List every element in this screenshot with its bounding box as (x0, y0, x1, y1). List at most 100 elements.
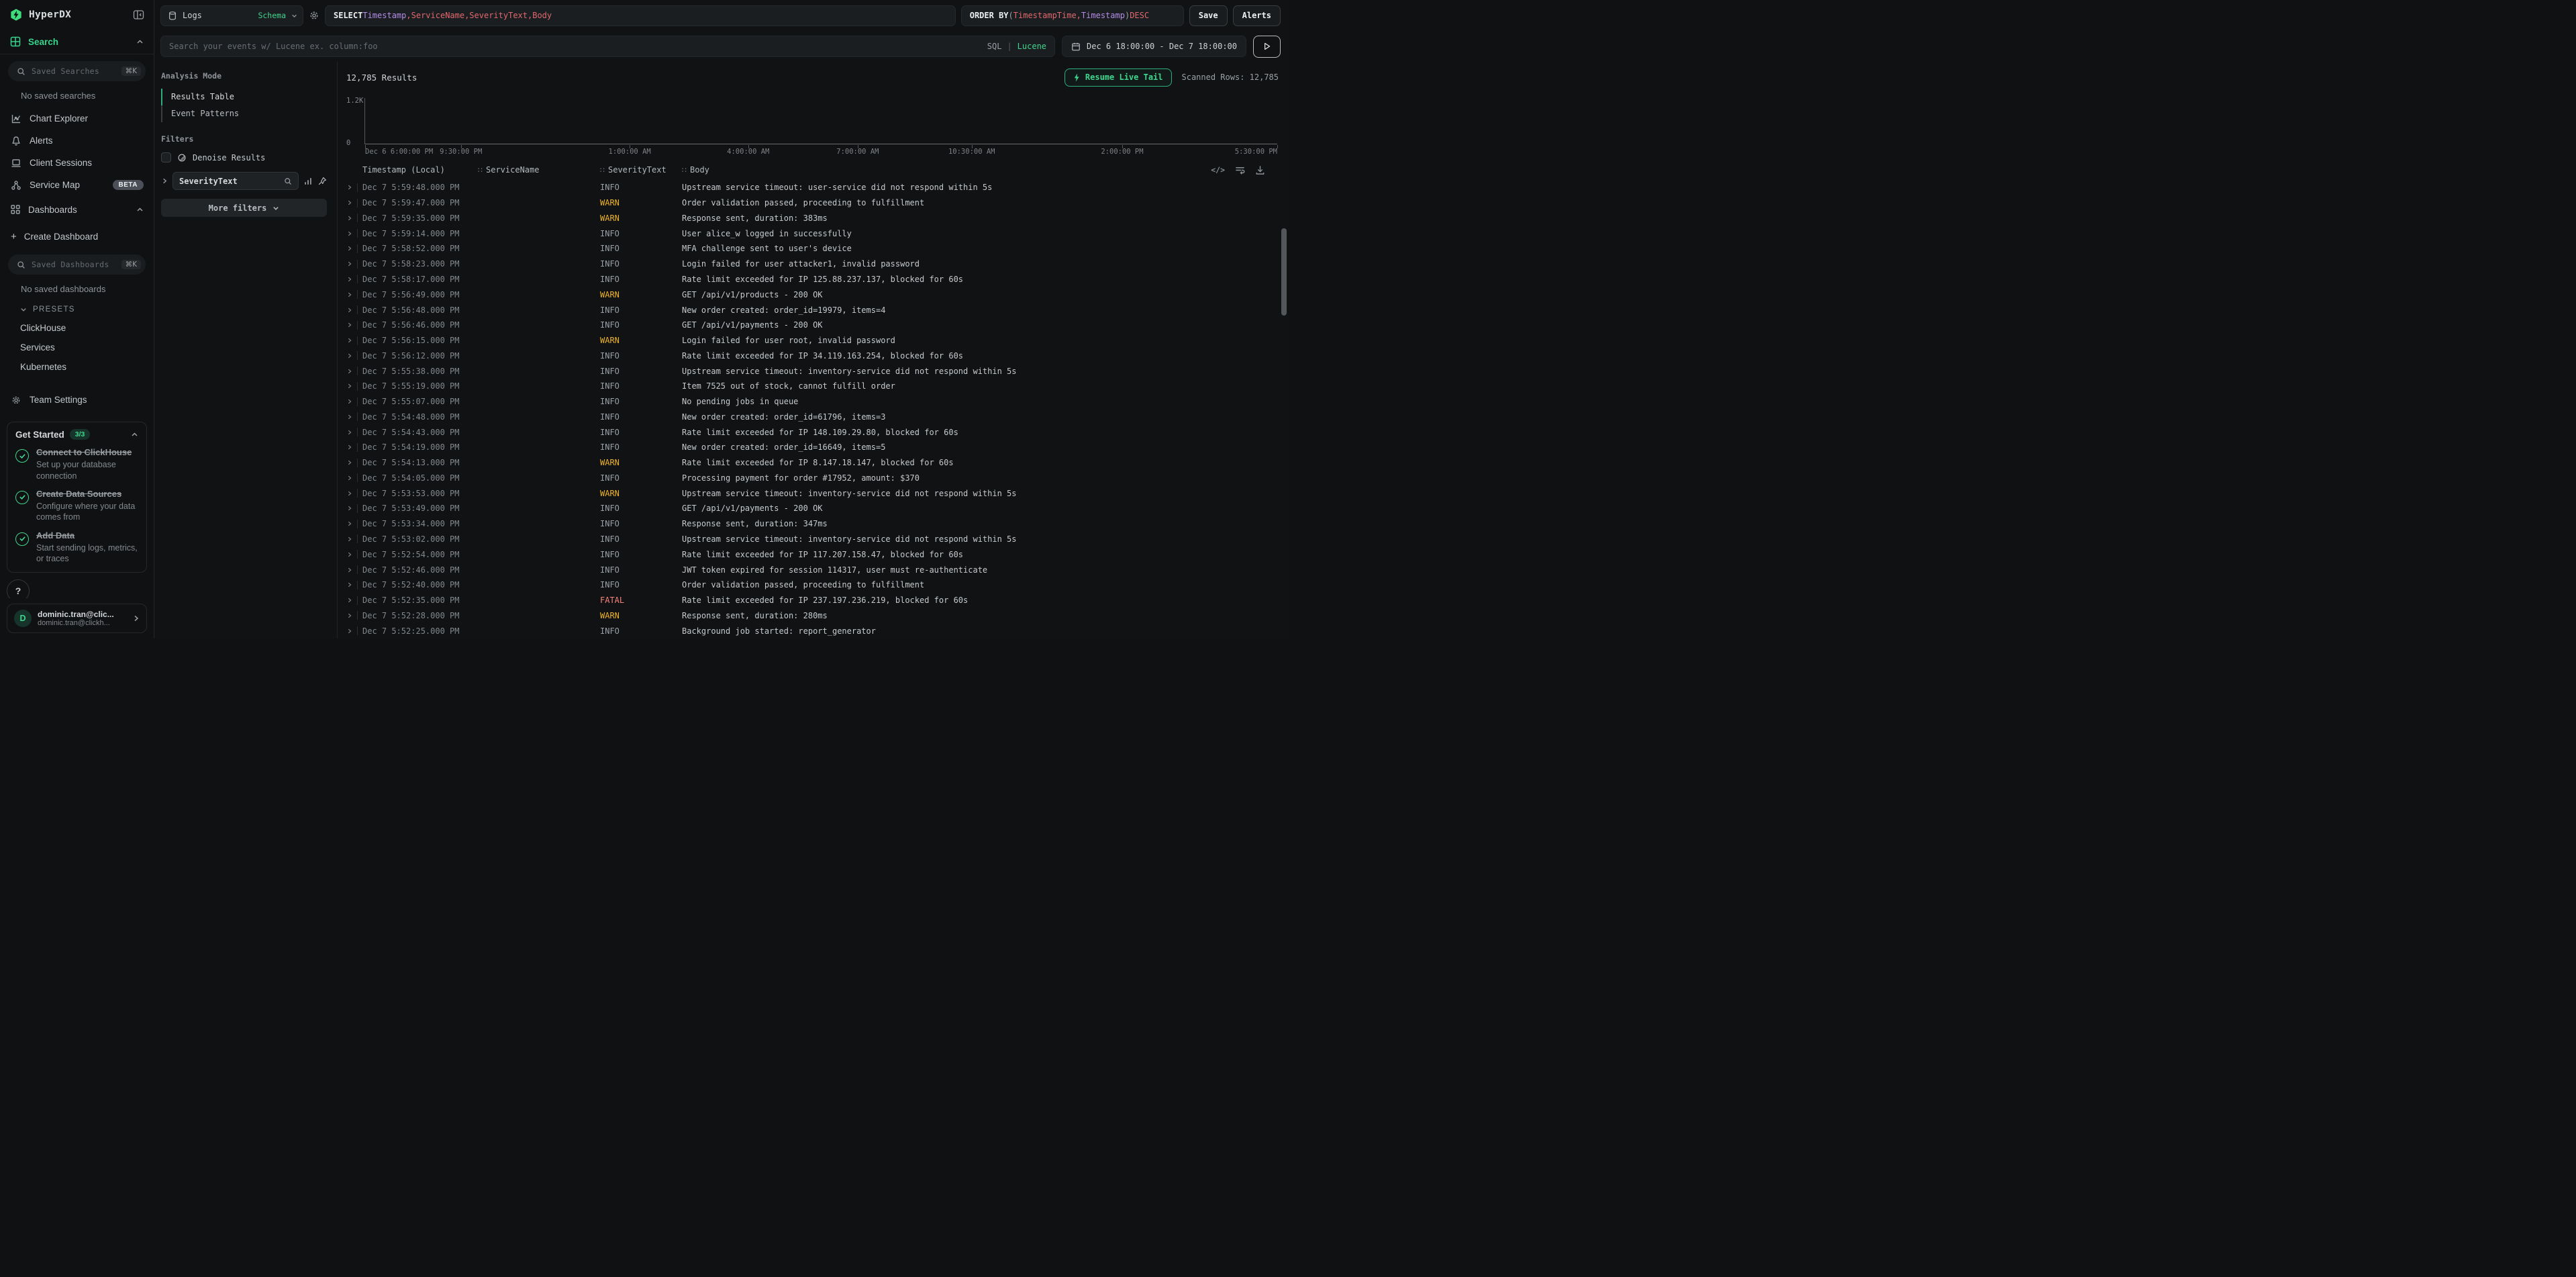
row-expand-icon[interactable] (346, 383, 352, 389)
create-dashboard-button[interactable]: + Create Dashboard (0, 226, 154, 248)
row-expand-icon[interactable] (346, 245, 352, 252)
language-toggle[interactable]: SQL | Lucene (987, 42, 1046, 51)
save-button[interactable]: Save (1189, 5, 1228, 26)
log-row[interactable]: Dec 7 5:53:53.000 PMWARNUpstream service… (346, 485, 1279, 501)
chevron-up-icon[interactable] (136, 206, 144, 214)
row-expand-icon[interactable] (346, 551, 352, 558)
row-expand-icon[interactable] (346, 199, 352, 206)
log-row[interactable]: Dec 7 5:58:23.000 PMINFOLogin failed for… (346, 256, 1279, 272)
log-row[interactable]: Dec 7 5:58:52.000 PMINFOMFA challenge se… (346, 241, 1279, 256)
get-started-step[interactable]: Add DataStart sending logs, metrics, or … (15, 530, 138, 565)
log-row[interactable]: Dec 7 5:52:35.000 PMFATALRate limit exce… (346, 593, 1279, 608)
column-body[interactable]: ∷Body (682, 165, 709, 175)
log-row[interactable]: Dec 7 5:56:12.000 PMINFORate limit excee… (346, 348, 1279, 363)
row-expand-icon[interactable] (346, 322, 352, 328)
get-started-step[interactable]: Connect to ClickHouseSet up your databas… (15, 447, 138, 481)
column-servicename[interactable]: ∷ServiceName (478, 165, 600, 175)
sidebar-item-search[interactable]: Search (0, 30, 154, 54)
column-timestamp[interactable]: Timestamp (Local) (362, 165, 478, 175)
row-expand-icon[interactable] (346, 352, 352, 359)
row-expand-icon[interactable] (346, 581, 352, 588)
resume-live-tail-button[interactable]: Resume Live Tail (1064, 68, 1172, 87)
log-row[interactable]: Dec 7 5:54:48.000 PMINFONew order create… (346, 409, 1279, 424)
chevron-up-icon[interactable] (131, 431, 138, 438)
sidebar-item-dashboards[interactable]: Dashboards (0, 197, 154, 222)
preset-services[interactable]: Services (0, 338, 154, 357)
log-row[interactable]: Dec 7 5:55:07.000 PMINFONo pending jobs … (346, 394, 1279, 410)
log-row[interactable]: Dec 7 5:54:43.000 PMINFORate limit excee… (346, 424, 1279, 440)
order-by-input[interactable]: ORDER BY (TimestampTime, Timestamp) DESC (961, 5, 1184, 26)
download-icon[interactable] (1255, 165, 1265, 175)
row-expand-icon[interactable] (346, 307, 352, 314)
log-row[interactable]: Dec 7 5:52:46.000 PMINFOJWT token expire… (346, 562, 1279, 577)
row-expand-icon[interactable] (346, 597, 352, 604)
row-expand-icon[interactable] (346, 215, 352, 222)
row-expand-icon[interactable] (346, 444, 352, 451)
row-expand-icon[interactable] (346, 429, 352, 436)
date-range-picker[interactable]: Dec 6 18:00:00 - Dec 7 18:00:00 (1062, 36, 1246, 57)
denoise-results-row[interactable]: Denoise Results (161, 152, 327, 162)
preset-kubernetes[interactable]: Kubernetes (0, 357, 154, 377)
denoise-checkbox[interactable] (161, 152, 171, 162)
get-started-step[interactable]: Create Data SourcesConfigure where your … (15, 489, 138, 523)
saved-searches-input[interactable]: Saved Searches ⌘K (8, 61, 146, 81)
more-filters-button[interactable]: More filters (161, 199, 327, 217)
row-expand-icon[interactable] (346, 368, 352, 375)
run-query-button[interactable] (1253, 36, 1281, 58)
log-row[interactable]: Dec 7 5:55:38.000 PMINFOUpstream service… (346, 363, 1279, 379)
bar-chart-icon[interactable] (303, 177, 313, 186)
log-row[interactable]: Dec 7 5:59:48.000 PMINFOUpstream service… (346, 180, 1279, 195)
mode-event-patterns[interactable]: Event Patterns (161, 105, 327, 122)
view-source-icon[interactable]: </> (1211, 165, 1225, 175)
presets-toggle[interactable]: PRESETS (0, 301, 154, 318)
sidebar-item-team-settings[interactable]: Team Settings (0, 389, 154, 411)
source-select[interactable]: Logs Schema (160, 5, 303, 26)
sidebar-item-chart-explorer[interactable]: Chart Explorer (0, 107, 154, 130)
drag-handle-icon[interactable]: ∷ (478, 166, 483, 175)
log-row[interactable]: Dec 7 5:56:49.000 PMWARNGET /api/v1/prod… (346, 287, 1279, 302)
log-row[interactable]: Dec 7 5:59:47.000 PMWARNOrder validation… (346, 195, 1279, 211)
log-row[interactable]: Dec 7 5:52:28.000 PMWARNResponse sent, d… (346, 608, 1279, 623)
row-expand-icon[interactable] (346, 459, 352, 466)
sidebar-item-alerts[interactable]: Alerts (0, 130, 154, 152)
lucene-mode-option[interactable]: Lucene (1018, 42, 1046, 51)
log-row[interactable]: Dec 7 5:56:48.000 PMINFONew order create… (346, 302, 1279, 318)
row-expand-icon[interactable] (346, 184, 352, 191)
row-expand-icon[interactable] (346, 475, 352, 481)
row-expand-icon[interactable] (346, 414, 352, 420)
log-row[interactable]: Dec 7 5:59:35.000 PMWARNResponse sent, d… (346, 211, 1279, 226)
log-row[interactable]: Dec 7 5:59:14.000 PMINFOUser alice_w log… (346, 226, 1279, 241)
log-row[interactable]: Dec 7 5:52:25.000 PMINFOBackground job s… (346, 623, 1279, 638)
row-expand-icon[interactable] (346, 261, 352, 267)
log-row[interactable]: Dec 7 5:54:05.000 PMINFOProcessing payme… (346, 471, 1279, 486)
log-row[interactable]: Dec 7 5:56:46.000 PMINFOGET /api/v1/paym… (346, 318, 1279, 333)
row-expand-icon[interactable] (346, 230, 352, 237)
log-row[interactable]: Dec 7 5:53:34.000 PMINFOResponse sent, d… (346, 516, 1279, 532)
log-row[interactable]: Dec 7 5:52:40.000 PMINFOOrder validation… (346, 577, 1279, 593)
collapse-sidebar-icon[interactable] (133, 9, 144, 20)
mode-results-table[interactable]: Results Table (161, 89, 327, 105)
event-search-input[interactable]: Search your events w/ Lucene ex. column:… (160, 36, 1055, 57)
user-profile[interactable]: D dominic.tran@clic... dominic.tran@clic… (7, 604, 147, 633)
row-expand-icon[interactable] (346, 567, 352, 573)
sidebar-item-service-map[interactable]: Service Map BETA (0, 174, 154, 196)
log-row[interactable]: Dec 7 5:55:19.000 PMINFOItem 7525 out of… (346, 379, 1279, 394)
row-expand-icon[interactable] (346, 612, 352, 619)
row-expand-icon[interactable] (346, 291, 352, 298)
alerts-button[interactable]: Alerts (1233, 5, 1281, 26)
chevron-up-icon[interactable] (136, 38, 144, 46)
drag-handle-icon[interactable]: ∷ (682, 166, 687, 175)
source-settings-gear-icon[interactable] (309, 10, 319, 21)
row-expand-icon[interactable] (346, 276, 352, 283)
scrollbar-thumb[interactable] (1281, 228, 1287, 316)
log-row[interactable]: Dec 7 5:56:15.000 PMWARNLogin failed for… (346, 333, 1279, 348)
preset-clickhouse[interactable]: ClickHouse (0, 318, 154, 338)
row-expand-icon[interactable] (346, 520, 352, 527)
drag-handle-icon[interactable]: ∷ (600, 166, 605, 175)
row-expand-icon[interactable] (346, 490, 352, 497)
row-expand-icon[interactable] (346, 628, 352, 634)
wrap-lines-icon[interactable] (1235, 165, 1245, 175)
log-row[interactable]: Dec 7 5:53:49.000 PMINFOGET /api/v1/paym… (346, 501, 1279, 516)
saved-dashboards-input[interactable]: Saved Dashboards ⌘K (8, 254, 146, 275)
sql-mode-option[interactable]: SQL (987, 42, 1002, 51)
